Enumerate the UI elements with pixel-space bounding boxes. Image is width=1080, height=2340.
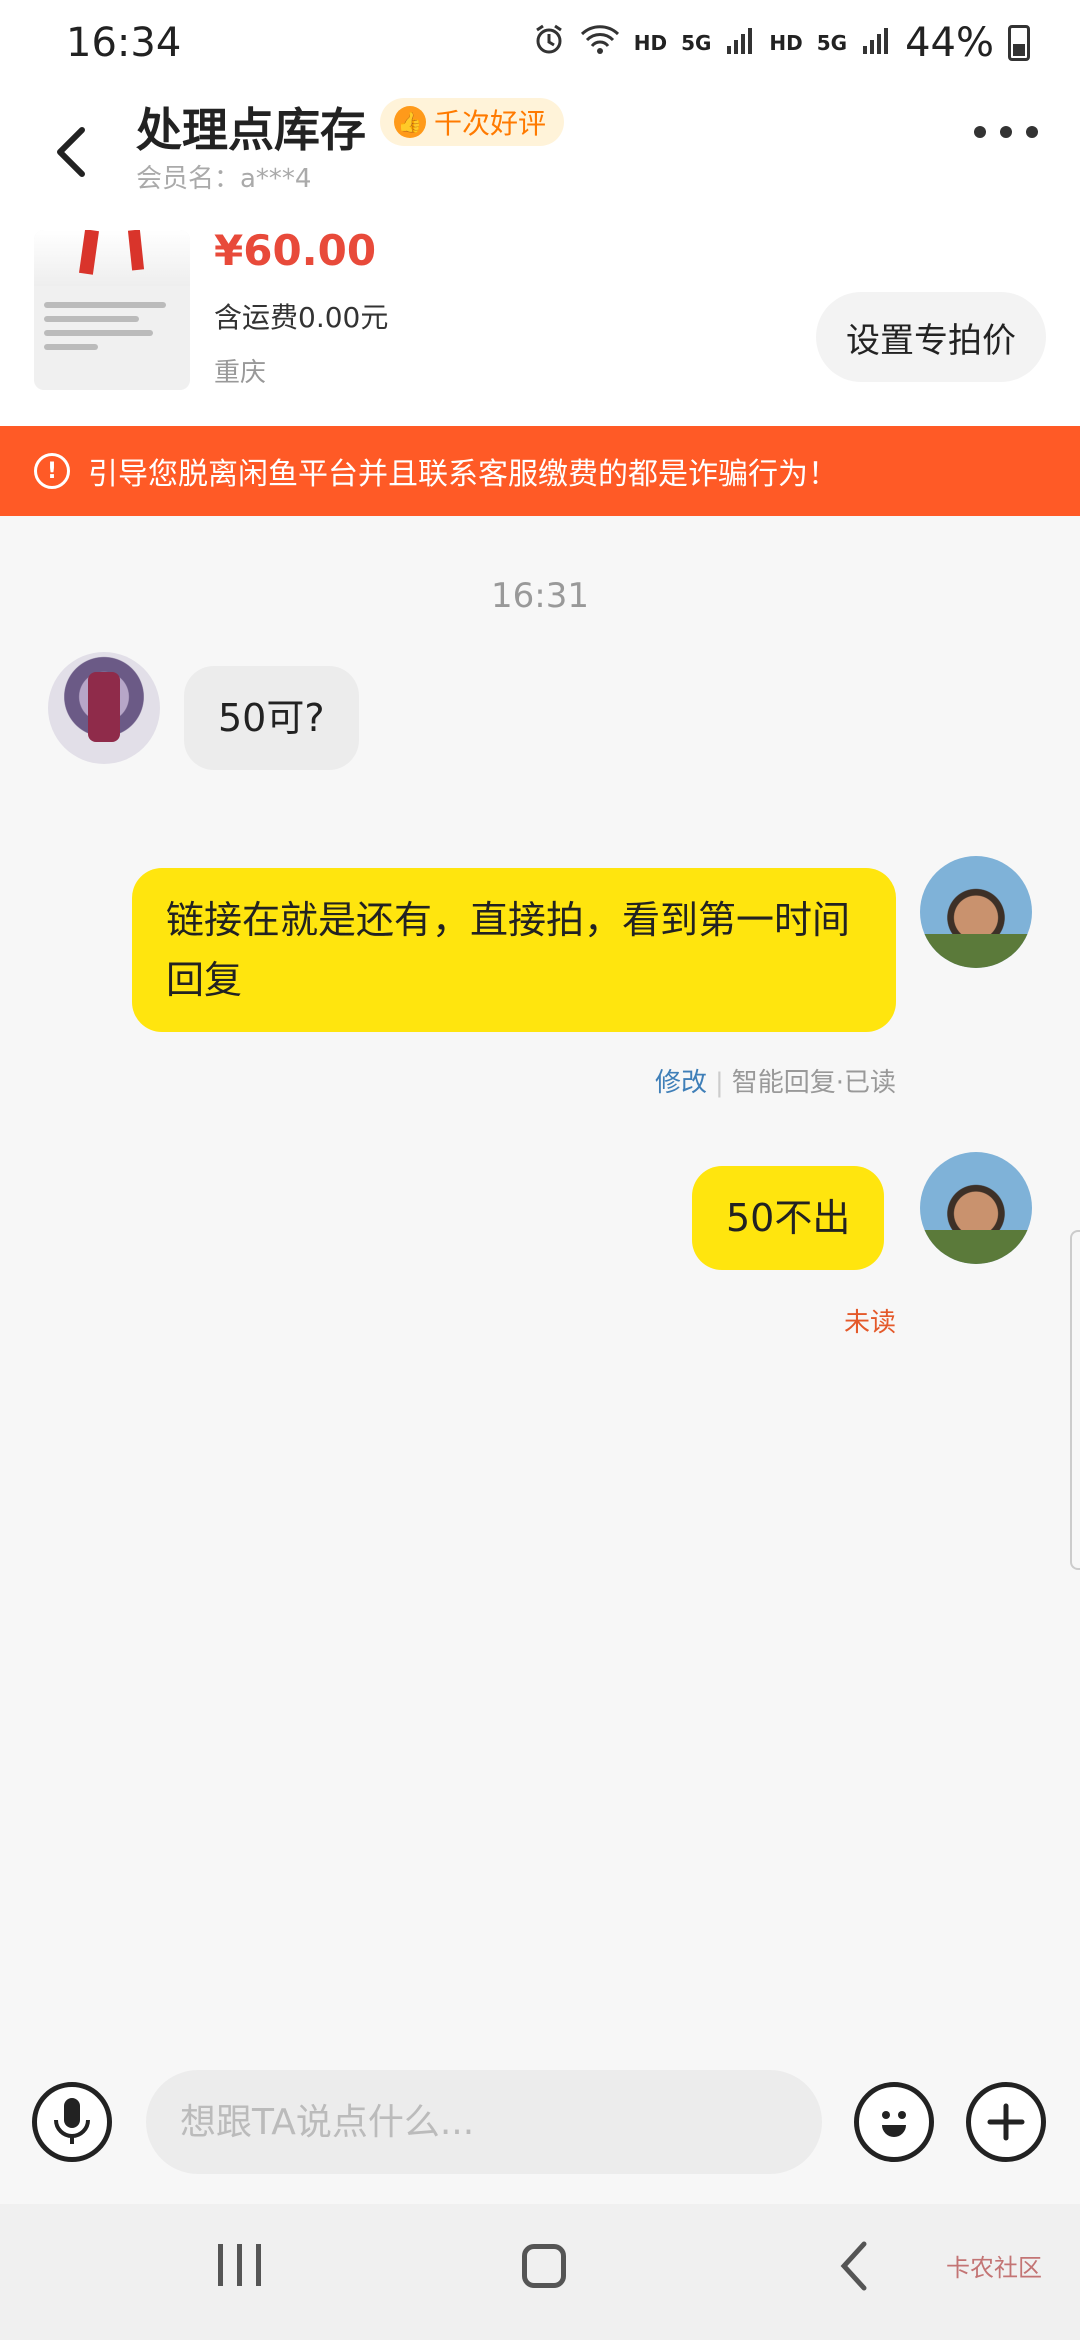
thumbnail-text-lines bbox=[34, 286, 190, 366]
meta-divider: | bbox=[714, 1068, 724, 1098]
chat-header: 处理点库存 👍 千次好评 会员名：a***4 bbox=[0, 92, 1080, 200]
seller-avatar[interactable] bbox=[920, 856, 1032, 968]
more-options-button[interactable] bbox=[974, 126, 1038, 138]
product-card[interactable]: ¥60.00 含运费0.00元 重庆 设置专拍价 bbox=[0, 200, 1080, 426]
recent-line-icon bbox=[218, 2244, 223, 2286]
hd-label-1: HD bbox=[633, 31, 668, 55]
product-thumbnail[interactable] bbox=[34, 230, 190, 390]
smiley-icon bbox=[882, 2111, 906, 2137]
message-bubble-sent[interactable]: 链接在就是还有，直接拍，看到第一时间回复 bbox=[132, 868, 896, 1032]
set-special-price-button[interactable]: 设置专拍价 bbox=[816, 292, 1046, 382]
back-button[interactable] bbox=[44, 110, 100, 190]
read-status: 智能回复·已读 bbox=[731, 1068, 896, 1098]
thumbnail-image bbox=[34, 230, 190, 286]
message-bubble-received[interactable]: 50可? bbox=[184, 666, 359, 770]
hd-label-2: HD bbox=[769, 31, 803, 55]
thumbs-up-icon: 👍 bbox=[394, 106, 426, 138]
more-dot-icon bbox=[1026, 126, 1038, 138]
product-location: 重庆 bbox=[214, 358, 267, 388]
warning-text: 引导您脱离闲鱼平台并且联系客服缴费的都是诈骗行为！ bbox=[88, 457, 838, 492]
scroll-handle[interactable] bbox=[1070, 1230, 1080, 1570]
product-shipping: 含运费0.00元 bbox=[214, 301, 389, 334]
status-icons: HD 5G HD 5G 44% bbox=[532, 20, 1030, 66]
more-dot-icon bbox=[1000, 126, 1012, 138]
network-label-1: 5G bbox=[681, 31, 712, 55]
watermark: 卡农社区 bbox=[946, 2254, 1042, 2282]
fraud-warning-banner: ! 引导您脱离闲鱼平台并且联系客服缴费的都是诈骗行为！ bbox=[0, 426, 1080, 516]
rating-badge-label: 千次好评 bbox=[434, 107, 547, 140]
signal-icon bbox=[725, 20, 755, 66]
nav-back-button[interactable] bbox=[836, 2240, 872, 2296]
plus-icon bbox=[987, 2103, 1025, 2141]
system-nav-bar: 卡农社区 bbox=[0, 2204, 1080, 2340]
input-bar bbox=[0, 2044, 1080, 2204]
chat-timestamp: 16:31 bbox=[491, 576, 589, 616]
microphone-icon bbox=[54, 2098, 90, 2144]
status-time: 16:34 bbox=[66, 20, 182, 66]
page-title: 处理点库存 bbox=[136, 103, 366, 157]
product-price: ¥60.00 bbox=[214, 226, 377, 275]
add-button[interactable] bbox=[966, 2082, 1046, 2162]
member-name: 会员名：a***4 bbox=[136, 164, 312, 194]
unread-status: 未读 bbox=[843, 1308, 896, 1338]
warning-icon: ! bbox=[34, 453, 70, 489]
wifi-icon bbox=[580, 20, 620, 66]
battery-percent: 44% bbox=[905, 20, 994, 66]
status-bar: 16:34 HD 5G HD 5G 44% bbox=[0, 0, 1080, 92]
message-meta: 修改 | 智能回复·已读 bbox=[655, 1062, 896, 1099]
voice-button[interactable] bbox=[32, 2082, 112, 2162]
emoji-button[interactable] bbox=[854, 2082, 934, 2162]
recent-line-icon bbox=[237, 2244, 242, 2286]
buyer-avatar[interactable] bbox=[48, 652, 160, 764]
chevron-left-icon bbox=[840, 2241, 867, 2291]
chevron-left-icon bbox=[57, 127, 85, 177]
message-input[interactable] bbox=[146, 2070, 822, 2174]
home-button[interactable] bbox=[522, 2244, 566, 2288]
signal-icon bbox=[861, 20, 891, 66]
edit-message-link[interactable]: 修改 bbox=[655, 1068, 707, 1098]
alarm-icon bbox=[532, 20, 566, 66]
recent-apps-button[interactable] bbox=[218, 2244, 261, 2286]
recent-line-icon bbox=[256, 2244, 261, 2286]
battery-icon bbox=[1008, 25, 1030, 61]
network-label-2: 5G bbox=[816, 31, 848, 55]
rating-badge[interactable]: 👍 千次好评 bbox=[380, 98, 565, 146]
more-dot-icon bbox=[974, 126, 986, 138]
message-bubble-sent[interactable]: 50不出 bbox=[692, 1166, 885, 1270]
seller-avatar[interactable] bbox=[920, 1152, 1032, 1264]
